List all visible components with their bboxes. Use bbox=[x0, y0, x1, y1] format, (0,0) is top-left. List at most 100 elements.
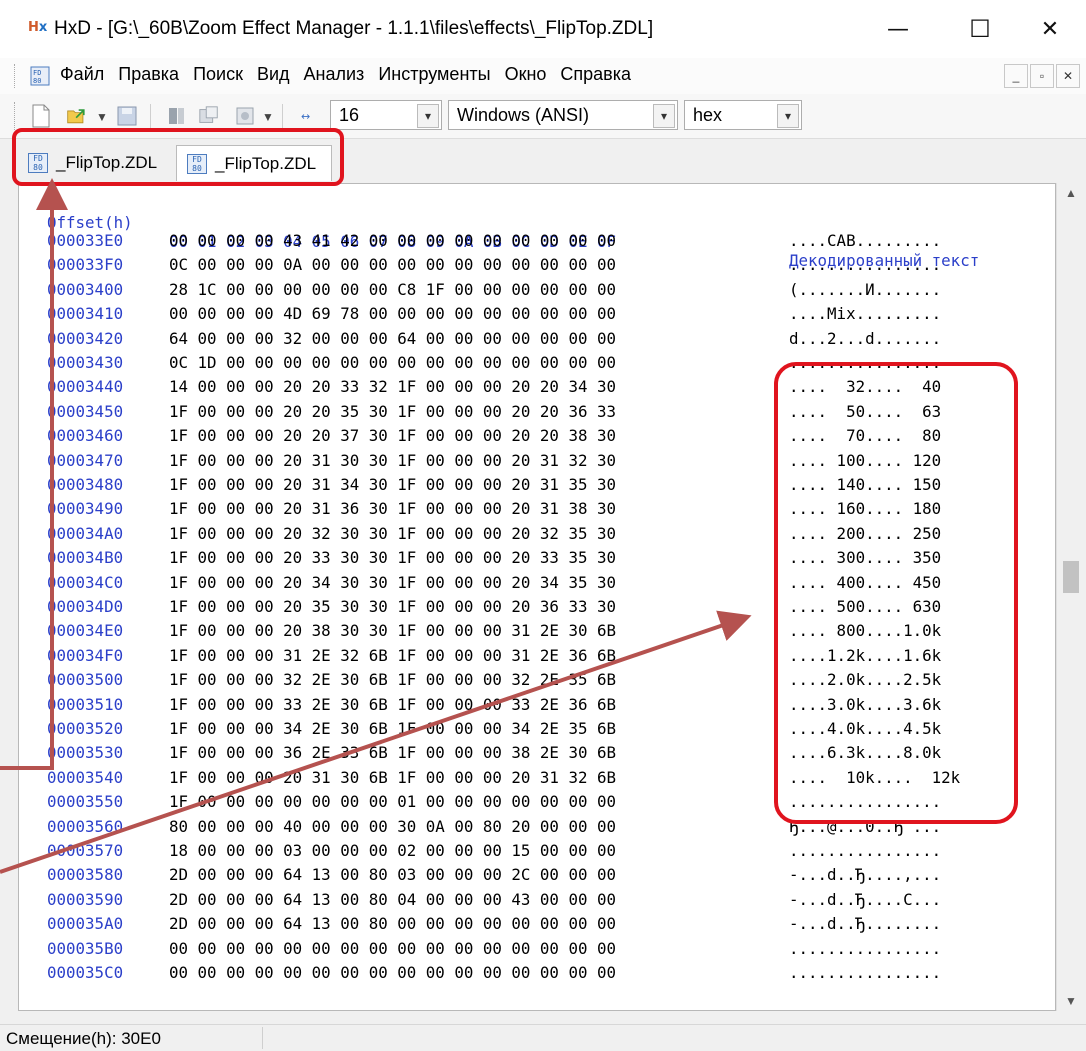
row-decoded-text: -...d..Ђ........ bbox=[789, 914, 942, 934]
menu-file[interactable]: Файл bbox=[60, 64, 104, 85]
row-decoded-text: -...d..Ђ....C... bbox=[789, 889, 942, 909]
row-offset: 00003410 bbox=[47, 304, 124, 324]
row-offset: 00003480 bbox=[47, 475, 124, 494]
row-offset: 000034C0 bbox=[47, 572, 124, 592]
document-icon: FD 80 bbox=[30, 66, 50, 86]
row-hex-bytes: 2D 00 00 00 64 13 00 80 03 00 00 00 2C 0… bbox=[169, 865, 616, 885]
row-hex-bytes: 2D 00 00 00 64 13 00 80 04 00 00 00 43 0… bbox=[169, 889, 616, 909]
tool-icon[interactable] bbox=[198, 104, 220, 128]
menu-items: Файл Правка Поиск Вид Анализ Инструменты… bbox=[60, 64, 631, 85]
row-offset: 00003400 bbox=[47, 279, 124, 299]
row-decoded-text: ................ bbox=[789, 938, 942, 958]
status-offset: Смещение(h): 30E0 bbox=[6, 1029, 161, 1048]
chevron-down-icon: ▾ bbox=[653, 104, 675, 128]
title-bar: Hx HxD - [G:\_60B\Zoom Effect Manager - … bbox=[0, 0, 1086, 59]
menu-grip[interactable] bbox=[14, 64, 18, 88]
open-dropdown-arrow[interactable]: ▼ bbox=[96, 110, 108, 124]
row-offset: 000035B0 bbox=[47, 938, 124, 958]
row-hex-bytes: 1F 00 00 00 20 34 30 30 1F 00 00 00 20 3… bbox=[169, 572, 616, 592]
row-offset: 00003540 bbox=[47, 767, 124, 787]
row-hex-bytes: 1F 00 00 00 20 35 30 30 1F 00 00 00 20 3… bbox=[169, 597, 616, 616]
row-hex-bytes: 1F 00 00 00 20 31 36 30 1F 00 00 00 20 3… bbox=[169, 499, 616, 519]
row-decoded-text: ................ bbox=[789, 963, 942, 982]
row-hex-bytes: 00 00 00 00 00 00 00 00 00 00 00 00 00 0… bbox=[169, 938, 616, 958]
row-offset: 00003530 bbox=[47, 743, 124, 763]
row-hex-bytes: 00 00 00 00 43 41 42 00 00 00 00 00 00 0… bbox=[169, 231, 616, 250]
open-file-icon[interactable] bbox=[66, 104, 88, 128]
row-offset: 000034E0 bbox=[47, 621, 124, 641]
row-hex-bytes: 1F 00 00 00 34 2E 30 6B 1F 00 00 00 34 2… bbox=[169, 719, 616, 738]
values-highlight-box bbox=[774, 362, 1018, 824]
svg-text:↔: ↔ bbox=[301, 110, 310, 123]
row-offset: 00003570 bbox=[47, 841, 124, 860]
row-hex-bytes: 1F 00 00 00 20 20 37 30 1F 00 00 00 20 2… bbox=[169, 426, 616, 446]
row-offset: 000033E0 bbox=[47, 231, 124, 250]
row-hex-bytes: 1F 00 00 00 20 38 30 30 1F 00 00 00 31 2… bbox=[169, 621, 616, 641]
menu-search[interactable]: Поиск bbox=[193, 64, 243, 85]
tool-icon[interactable] bbox=[234, 104, 256, 128]
row-offset: 00003450 bbox=[47, 401, 124, 421]
bytes-per-row-select[interactable]: 16 ▾ bbox=[330, 100, 442, 130]
row-hex-bytes: 1F 00 00 00 31 2E 32 6B 1F 00 00 00 31 2… bbox=[169, 645, 616, 665]
new-file-icon[interactable] bbox=[30, 104, 52, 128]
tabs-highlight-box bbox=[12, 128, 344, 186]
scrollbar-thumb[interactable] bbox=[1063, 561, 1079, 593]
row-decoded-text: ....Mix......... bbox=[789, 304, 942, 324]
row-offset: 00003510 bbox=[47, 694, 124, 714]
row-offset: 00003520 bbox=[47, 719, 124, 738]
menu-window[interactable]: Окно bbox=[505, 64, 547, 85]
row-decoded-text: d...2...d....... bbox=[789, 328, 942, 348]
menu-view[interactable]: Вид bbox=[257, 64, 290, 85]
row-offset: 00003500 bbox=[47, 670, 124, 690]
row-hex-bytes: 0C 1D 00 00 00 00 00 00 00 00 00 00 00 0… bbox=[169, 353, 616, 372]
toolbar-grip[interactable] bbox=[14, 102, 18, 130]
vertical-scrollbar[interactable]: ▲ ▼ bbox=[1056, 183, 1085, 1011]
minimize-button[interactable]: — bbox=[868, 6, 928, 52]
row-decoded-text: (.......И....... bbox=[789, 279, 942, 299]
row-hex-bytes: 18 00 00 00 03 00 00 00 02 00 00 00 15 0… bbox=[169, 841, 616, 860]
row-hex-bytes: 1F 00 00 00 20 32 30 30 1F 00 00 00 20 3… bbox=[169, 523, 616, 543]
row-offset: 000034D0 bbox=[47, 597, 124, 616]
hxd-app-icon: Hx bbox=[28, 20, 48, 35]
menu-edit[interactable]: Правка bbox=[118, 64, 179, 85]
row-offset: 000034B0 bbox=[47, 548, 124, 568]
menu-help[interactable]: Справка bbox=[560, 64, 631, 85]
row-hex-bytes: 1F 00 00 00 32 2E 30 6B 1F 00 00 00 32 2… bbox=[169, 670, 616, 690]
row-offset: 00003560 bbox=[47, 816, 124, 836]
scroll-up-icon[interactable]: ▲ bbox=[1057, 183, 1085, 203]
row-offset: 000035A0 bbox=[47, 914, 124, 934]
close-button[interactable]: ✕ bbox=[1020, 6, 1080, 52]
row-offset: 00003420 bbox=[47, 328, 124, 348]
svg-text:80: 80 bbox=[33, 77, 41, 85]
menu-analysis[interactable]: Анализ bbox=[304, 64, 365, 85]
mdi-controls: _ ▫ ✕ bbox=[1004, 64, 1080, 88]
row-offset: 00003440 bbox=[47, 377, 124, 397]
row-decoded-text: ................ bbox=[789, 841, 942, 860]
display-mode-select[interactable]: hex ▾ bbox=[684, 100, 802, 130]
save-icon[interactable] bbox=[116, 104, 138, 128]
row-offset: 00003430 bbox=[47, 353, 124, 372]
row-offset: 00003550 bbox=[47, 792, 124, 812]
row-hex-bytes: 1F 00 00 00 20 31 30 30 1F 00 00 00 20 3… bbox=[169, 450, 616, 470]
charset-select[interactable]: Windows (ANSI) ▾ bbox=[448, 100, 678, 130]
row-offset: 00003590 bbox=[47, 889, 124, 909]
menu-tools[interactable]: Инструменты bbox=[378, 64, 490, 85]
toolbar-separator bbox=[150, 104, 151, 128]
tool-dropdown-arrow[interactable]: ▼ bbox=[262, 110, 274, 124]
scroll-down-icon[interactable]: ▼ bbox=[1057, 991, 1085, 1011]
row-hex-bytes: 1F 00 00 00 20 31 30 6B 1F 00 00 00 20 3… bbox=[169, 767, 616, 787]
row-offset: 00003580 bbox=[47, 865, 124, 885]
bytes-per-row-value: 16 bbox=[339, 105, 360, 125]
mdi-restore-button[interactable]: ▫ bbox=[1030, 64, 1054, 88]
row-offset: 000034A0 bbox=[47, 523, 124, 543]
window-title: HxD - [G:\_60B\Zoom Effect Manager - 1.1… bbox=[54, 18, 654, 39]
chevron-down-icon: ▾ bbox=[777, 104, 799, 128]
row-hex-bytes: 28 1C 00 00 00 00 00 00 C8 1F 00 00 00 0… bbox=[169, 279, 616, 299]
maximize-button[interactable]: ☐ bbox=[950, 6, 1010, 52]
mdi-minimize-button[interactable]: _ bbox=[1004, 64, 1028, 88]
tool-icon[interactable] bbox=[166, 104, 188, 128]
row-offset: 000033F0 bbox=[47, 255, 124, 275]
row-hex-bytes: 64 00 00 00 32 00 00 00 64 00 00 00 00 0… bbox=[169, 328, 616, 348]
mdi-close-button[interactable]: ✕ bbox=[1056, 64, 1080, 88]
row-offset: 00003470 bbox=[47, 450, 124, 470]
